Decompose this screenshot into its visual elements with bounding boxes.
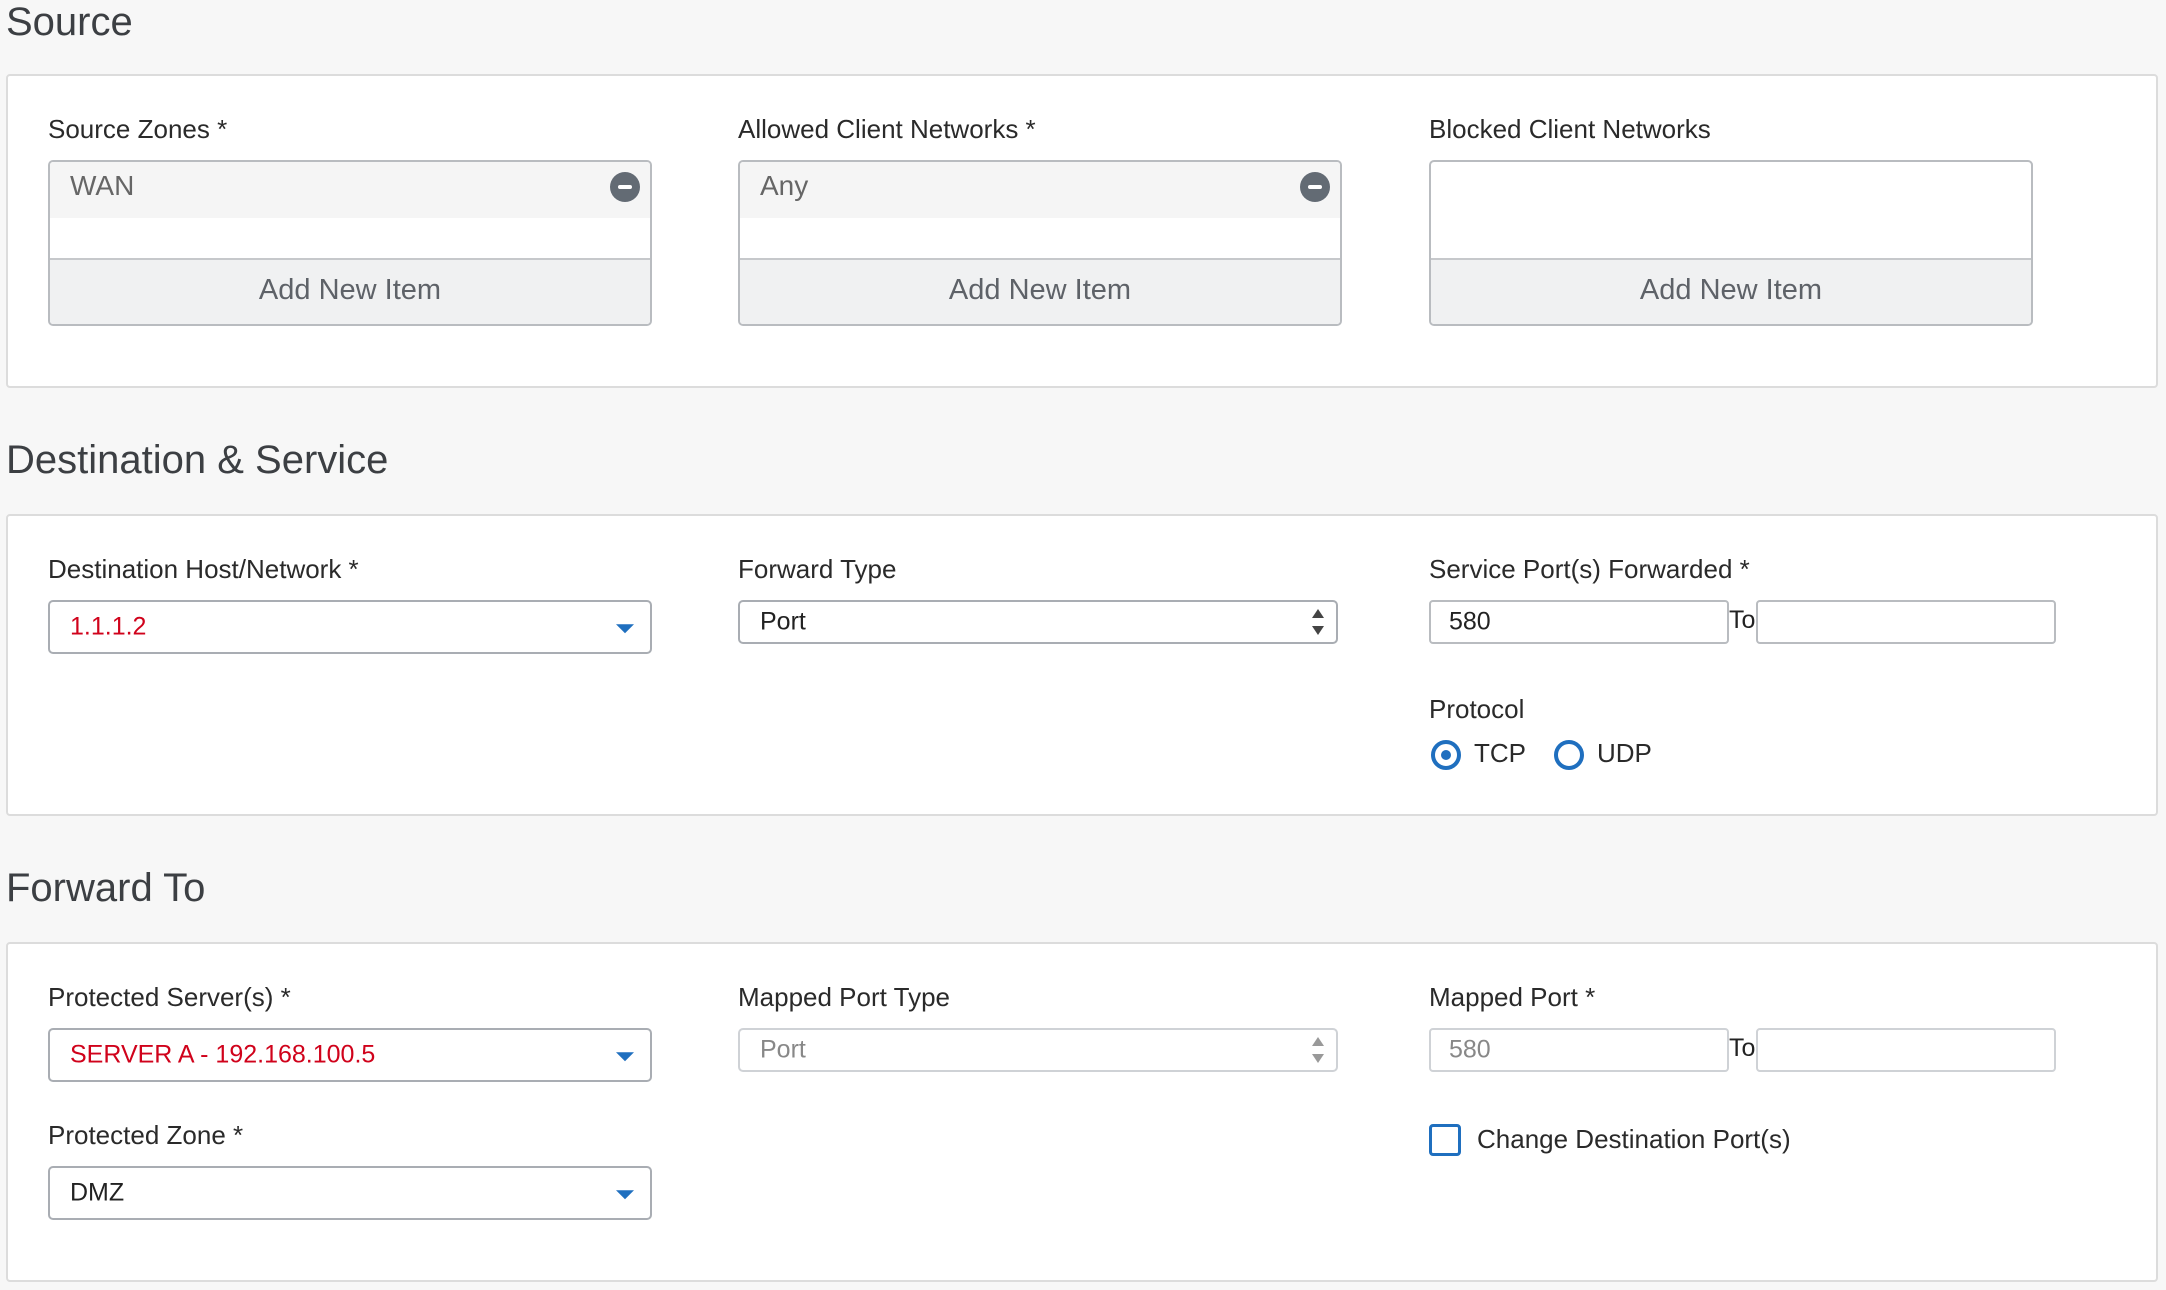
protocol-tcp-radio[interactable] — [1431, 740, 1461, 770]
to-label: To — [1729, 606, 1756, 634]
allowed-networks-label: Allowed Client Networks * — [738, 114, 1036, 144]
protected-servers-select[interactable]: SERVER A - 192.168.100.5 — [48, 1028, 652, 1082]
blocked-networks-list[interactable]: Add New Item — [1429, 160, 2033, 326]
mapped-port-from-input[interactable]: 580 — [1429, 1028, 1729, 1072]
mapped-port-from-value: 580 — [1449, 1035, 1491, 1064]
remove-icon[interactable] — [610, 172, 640, 202]
service-port-from-input[interactable]: 580 — [1429, 600, 1729, 644]
add-new-item-button[interactable]: Add New Item — [50, 258, 650, 324]
protocol-tcp-label: TCP — [1474, 738, 1526, 768]
change-destination-port-checkbox[interactable] — [1429, 1124, 1461, 1156]
list-item: Any — [740, 162, 1340, 218]
add-new-item-button[interactable]: Add New Item — [1431, 258, 2031, 324]
chevron-down-icon — [616, 1052, 634, 1062]
service-port-from-value: 580 — [1449, 607, 1491, 636]
mapped-port-type-label: Mapped Port Type — [738, 982, 950, 1012]
service-ports-label: Service Port(s) Forwarded * — [1429, 554, 1750, 584]
service-port-to-input[interactable] — [1756, 600, 2056, 644]
mapped-port-type-value: Port — [760, 1035, 806, 1064]
updown-arrows-icon — [1312, 1037, 1324, 1063]
protocol-label: Protocol — [1429, 694, 1525, 724]
updown-arrows-icon — [1312, 609, 1324, 635]
protected-servers-label: Protected Server(s) * — [48, 982, 291, 1012]
destination-host-value: 1.1.1.2 — [70, 612, 147, 641]
source-zones-label: Source Zones * — [48, 114, 228, 144]
list-item: WAN — [50, 162, 650, 218]
forward-type-label: Forward Type — [738, 554, 897, 584]
protocol-udp-radio[interactable] — [1554, 740, 1584, 770]
mapped-port-to-input[interactable] — [1756, 1028, 2056, 1072]
forward-type-value: Port — [760, 607, 806, 636]
protected-servers-value: SERVER A - 192.168.100.5 — [70, 1040, 376, 1069]
mapped-port-label: Mapped Port * — [1429, 982, 1596, 1012]
protected-zone-value: DMZ — [70, 1178, 125, 1207]
protected-zone-label: Protected Zone * — [48, 1120, 244, 1150]
change-destination-port-label: Change Destination Port(s) — [1477, 1124, 1791, 1154]
section-title-forward: Forward To — [6, 866, 206, 910]
forward-type-select[interactable]: Port — [738, 600, 1338, 644]
allowed-networks-list[interactable]: Any Add New Item — [738, 160, 1342, 326]
section-title-source: Source — [6, 0, 133, 44]
section-title-destination: Destination & Service — [6, 438, 389, 482]
chevron-down-icon — [616, 624, 634, 634]
add-new-item-button[interactable]: Add New Item — [740, 258, 1340, 324]
destination-host-select[interactable]: 1.1.1.2 — [48, 600, 652, 654]
destination-host-label: Destination Host/Network * — [48, 554, 359, 584]
source-zones-list[interactable]: WAN Add New Item — [48, 160, 652, 326]
protocol-udp-label: UDP — [1597, 738, 1652, 768]
blocked-networks-label: Blocked Client Networks — [1429, 114, 1711, 144]
list-item-label: WAN — [70, 170, 135, 201]
protected-zone-select[interactable]: DMZ — [48, 1166, 652, 1220]
to-label: To — [1729, 1034, 1756, 1062]
remove-icon[interactable] — [1300, 172, 1330, 202]
mapped-port-type-select[interactable]: Port — [738, 1028, 1338, 1072]
list-item-label: Any — [760, 170, 809, 201]
forward-panel — [6, 942, 2158, 1282]
chevron-down-icon — [616, 1190, 634, 1200]
